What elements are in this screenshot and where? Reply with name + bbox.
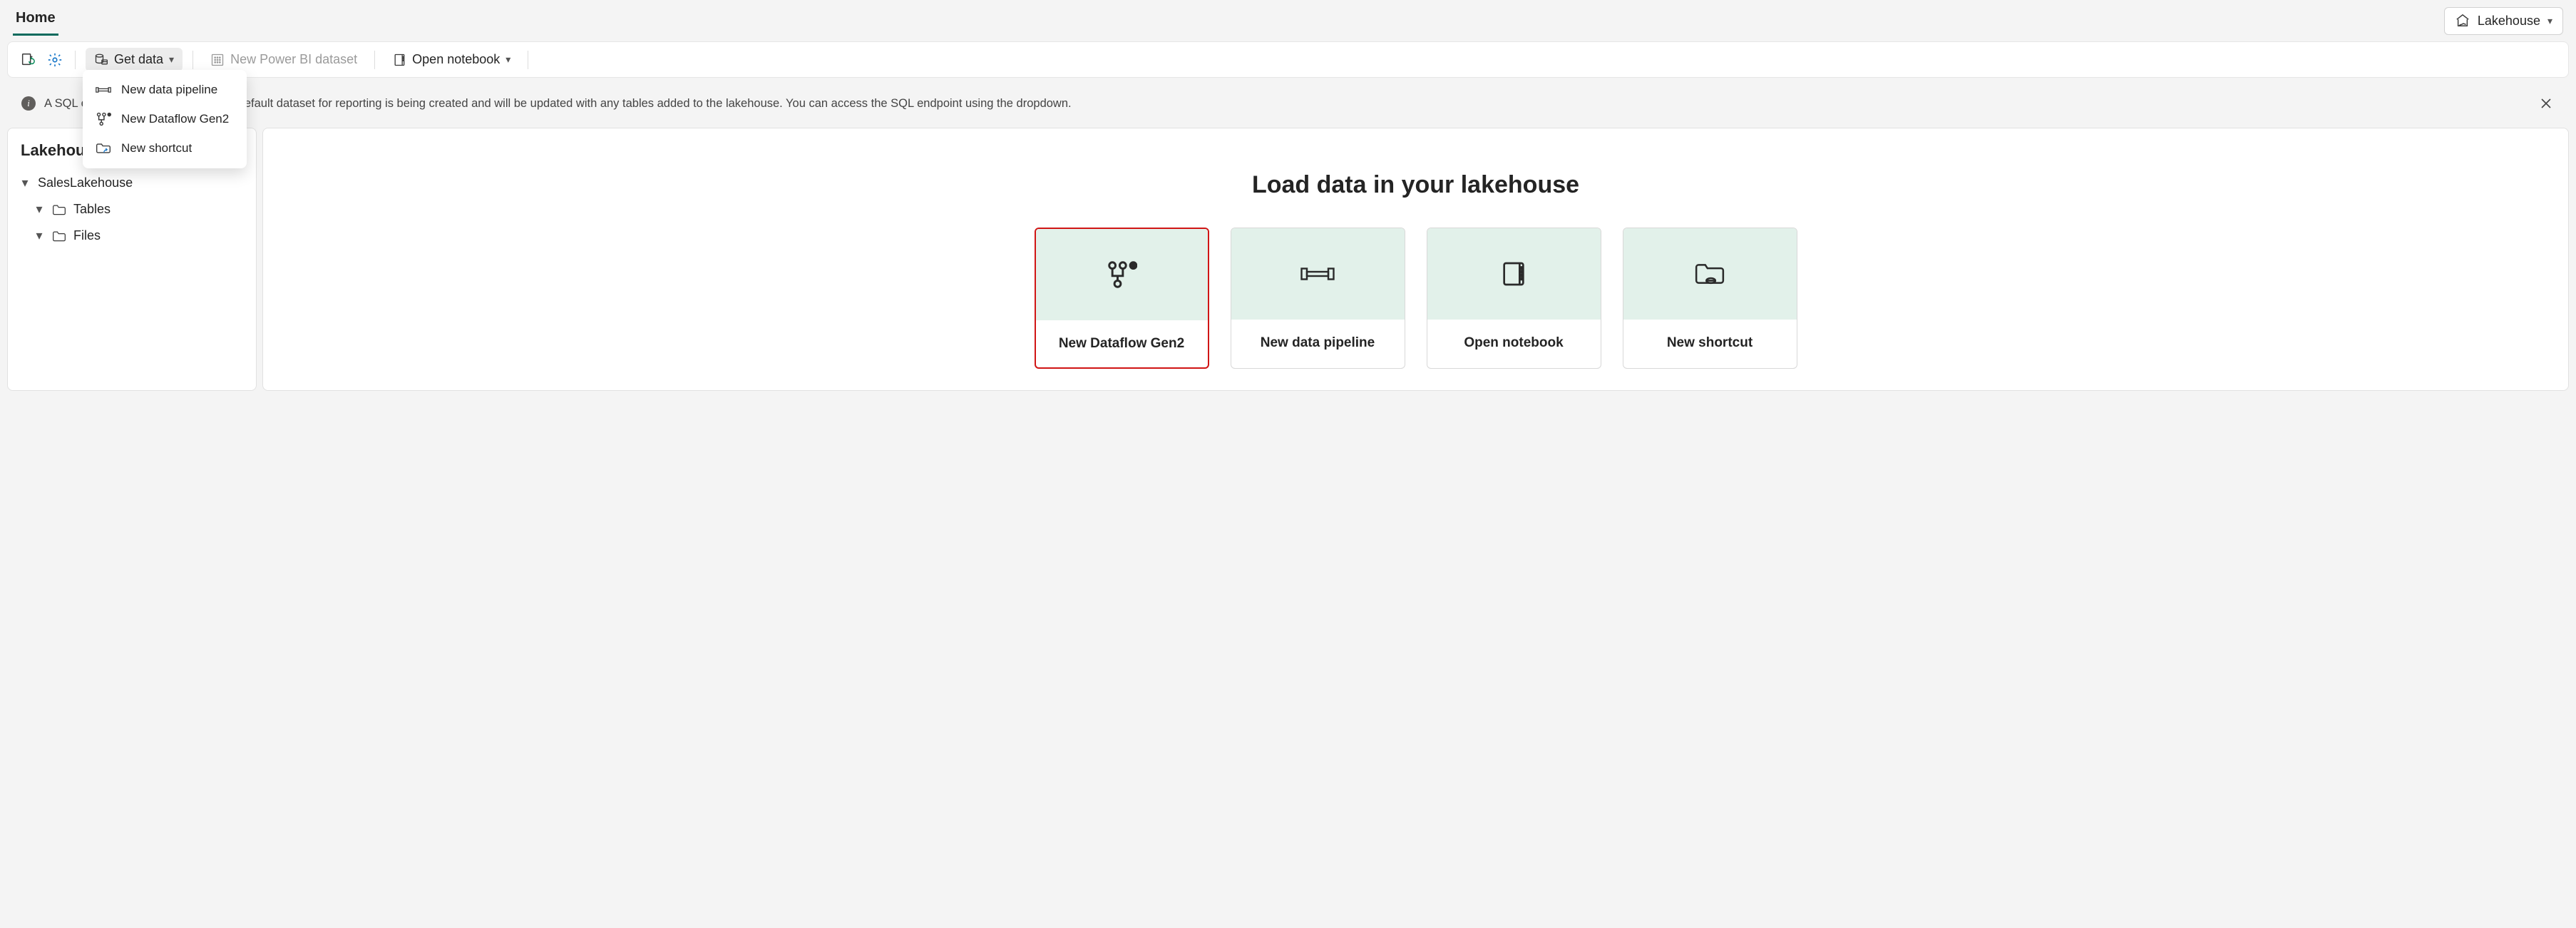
menu-item-label: New Dataflow Gen2 <box>121 112 229 126</box>
menu-item-new-data-pipeline[interactable]: New data pipeline <box>83 76 247 104</box>
tree-item-label: Files <box>73 228 101 243</box>
menu-item-label: New data pipeline <box>121 83 217 97</box>
info-bar: i A SQL e efault dataset for reporting is… <box>7 85 2569 122</box>
card-label: New shortcut <box>1623 320 1797 367</box>
dataset-icon <box>210 53 225 67</box>
menu-item-label: New shortcut <box>121 141 192 155</box>
get-data-button[interactable]: Get data ▾ <box>86 48 183 71</box>
card-row: New Dataflow Gen2 New data pipeline <box>1035 228 1797 369</box>
menu-item-new-dataflow-gen2[interactable]: New Dataflow Gen2 <box>83 104 247 134</box>
refresh-icon[interactable] <box>18 50 38 70</box>
lakehouse-icon <box>2455 14 2470 28</box>
pipeline-icon <box>1300 262 1335 285</box>
tree-root-label: SalesLakehouse <box>38 175 133 190</box>
folder-icon <box>52 203 66 216</box>
notebook-icon <box>392 53 406 67</box>
get-data-label: Get data <box>114 52 163 67</box>
info-text-left: A SQL e <box>44 97 88 110</box>
settings-gear-icon[interactable] <box>45 50 65 70</box>
card-label: Open notebook <box>1427 320 1601 367</box>
card-new-data-pipeline[interactable]: New data pipeline <box>1231 228 1405 369</box>
page-title: Load data in your lakehouse <box>1252 171 1579 199</box>
new-dataset-label: New Power BI dataset <box>230 52 357 67</box>
chevron-down-icon: ▾ <box>2547 15 2552 27</box>
get-data-dropdown: New data pipeline New Dataflow Gen2 New … <box>83 70 247 168</box>
dataflow-icon <box>1106 259 1137 290</box>
main-canvas: Load data in your lakehouse New Dataflow… <box>262 128 2569 391</box>
tree-item-files[interactable]: ▾ Files <box>14 223 250 249</box>
chevron-down-icon: ▾ <box>34 228 45 243</box>
separator <box>374 51 375 69</box>
dataflow-icon <box>96 111 111 127</box>
tree-item-label: Tables <box>73 202 111 217</box>
chevron-down-icon: ▾ <box>19 175 31 190</box>
shortcut-folder-icon <box>96 141 111 155</box>
tree-root[interactable]: ▾ SalesLakehouse <box>14 170 250 196</box>
header: Home Lakehouse ▾ <box>0 0 2576 36</box>
card-new-shortcut[interactable]: New shortcut <box>1623 228 1797 369</box>
home-tab[interactable]: Home <box>13 6 58 36</box>
info-icon: i <box>21 96 36 111</box>
toolbar: Get data ▾ New Power BI dataset Open not… <box>7 41 2569 78</box>
tree-item-tables[interactable]: ▾ Tables <box>14 196 250 223</box>
pipeline-icon <box>96 83 111 97</box>
close-icon[interactable] <box>2537 95 2555 112</box>
card-label: New data pipeline <box>1231 320 1405 367</box>
notebook-icon <box>1499 260 1528 288</box>
workspace-label: Lakehouse <box>2478 14 2540 29</box>
folder-icon <box>52 230 66 243</box>
open-notebook-label: Open notebook <box>412 52 500 67</box>
chevron-down-icon: ▾ <box>34 202 45 217</box>
info-text-right: efault dataset for reporting is being cr… <box>245 97 1072 110</box>
separator <box>75 51 76 69</box>
card-new-dataflow-gen2[interactable]: New Dataflow Gen2 <box>1035 228 1209 369</box>
card-label: New Dataflow Gen2 <box>1036 320 1208 367</box>
open-notebook-button[interactable]: Open notebook ▾ <box>385 48 518 71</box>
menu-item-new-shortcut[interactable]: New shortcut <box>83 134 247 163</box>
new-powerbi-dataset-button[interactable]: New Power BI dataset <box>203 48 364 71</box>
workspace-switcher[interactable]: Lakehouse ▾ <box>2444 7 2563 35</box>
card-open-notebook[interactable]: Open notebook <box>1427 228 1601 369</box>
database-icon <box>94 53 108 67</box>
shortcut-folder-icon <box>1694 260 1725 287</box>
chevron-down-icon: ▾ <box>169 53 174 66</box>
chevron-down-icon: ▾ <box>506 53 510 66</box>
